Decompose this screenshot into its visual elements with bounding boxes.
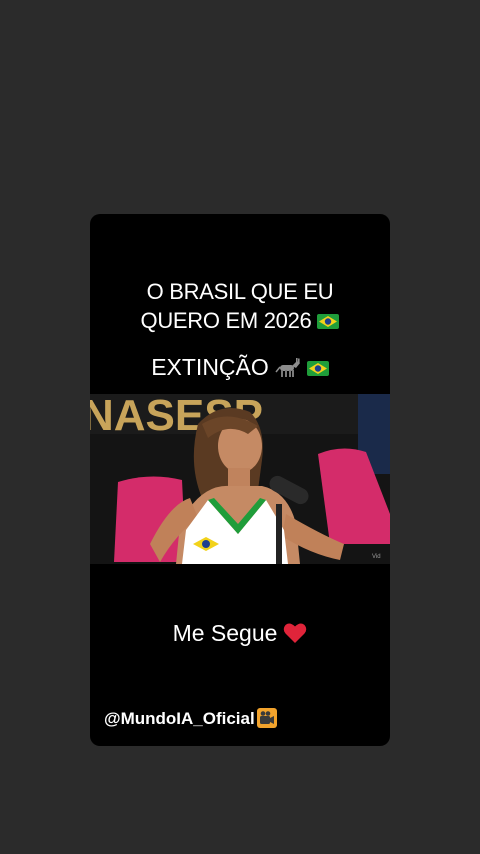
title-line-1: O BRASIL QUE EU — [146, 279, 334, 304]
video-watermark: Vid — [372, 554, 381, 560]
account-handle[interactable]: @MundoIA_Oficial — [104, 708, 277, 729]
donkey-icon — [275, 358, 300, 377]
story-subtitle: EXTINÇÃO — [90, 354, 390, 381]
video-scene: NASESP Vid — [90, 394, 390, 564]
handle-text: @MundoIA_Oficial — [104, 709, 255, 728]
movie-camera-icon — [256, 708, 277, 728]
follow-cta[interactable]: Me Segue — [90, 620, 390, 647]
title-line-2-wrapper: QUERO EM 2026 — [90, 306, 390, 335]
red-heart-icon — [284, 623, 307, 643]
brazil-flag-icon — [306, 361, 329, 376]
title-line-2: QUERO EM 2026 — [140, 308, 312, 333]
video-frame[interactable]: NASESP Vid — [90, 394, 390, 564]
story-title: O BRASIL QUE EU QUERO EM 2026 — [90, 277, 390, 335]
cta-text: Me Segue — [172, 620, 278, 646]
subtitle-text: EXTINÇÃO — [151, 354, 269, 380]
brazil-flag-icon — [317, 314, 340, 329]
story-card[interactable]: O BRASIL QUE EU QUERO EM 2026 EXTINÇÃO N… — [90, 214, 390, 746]
